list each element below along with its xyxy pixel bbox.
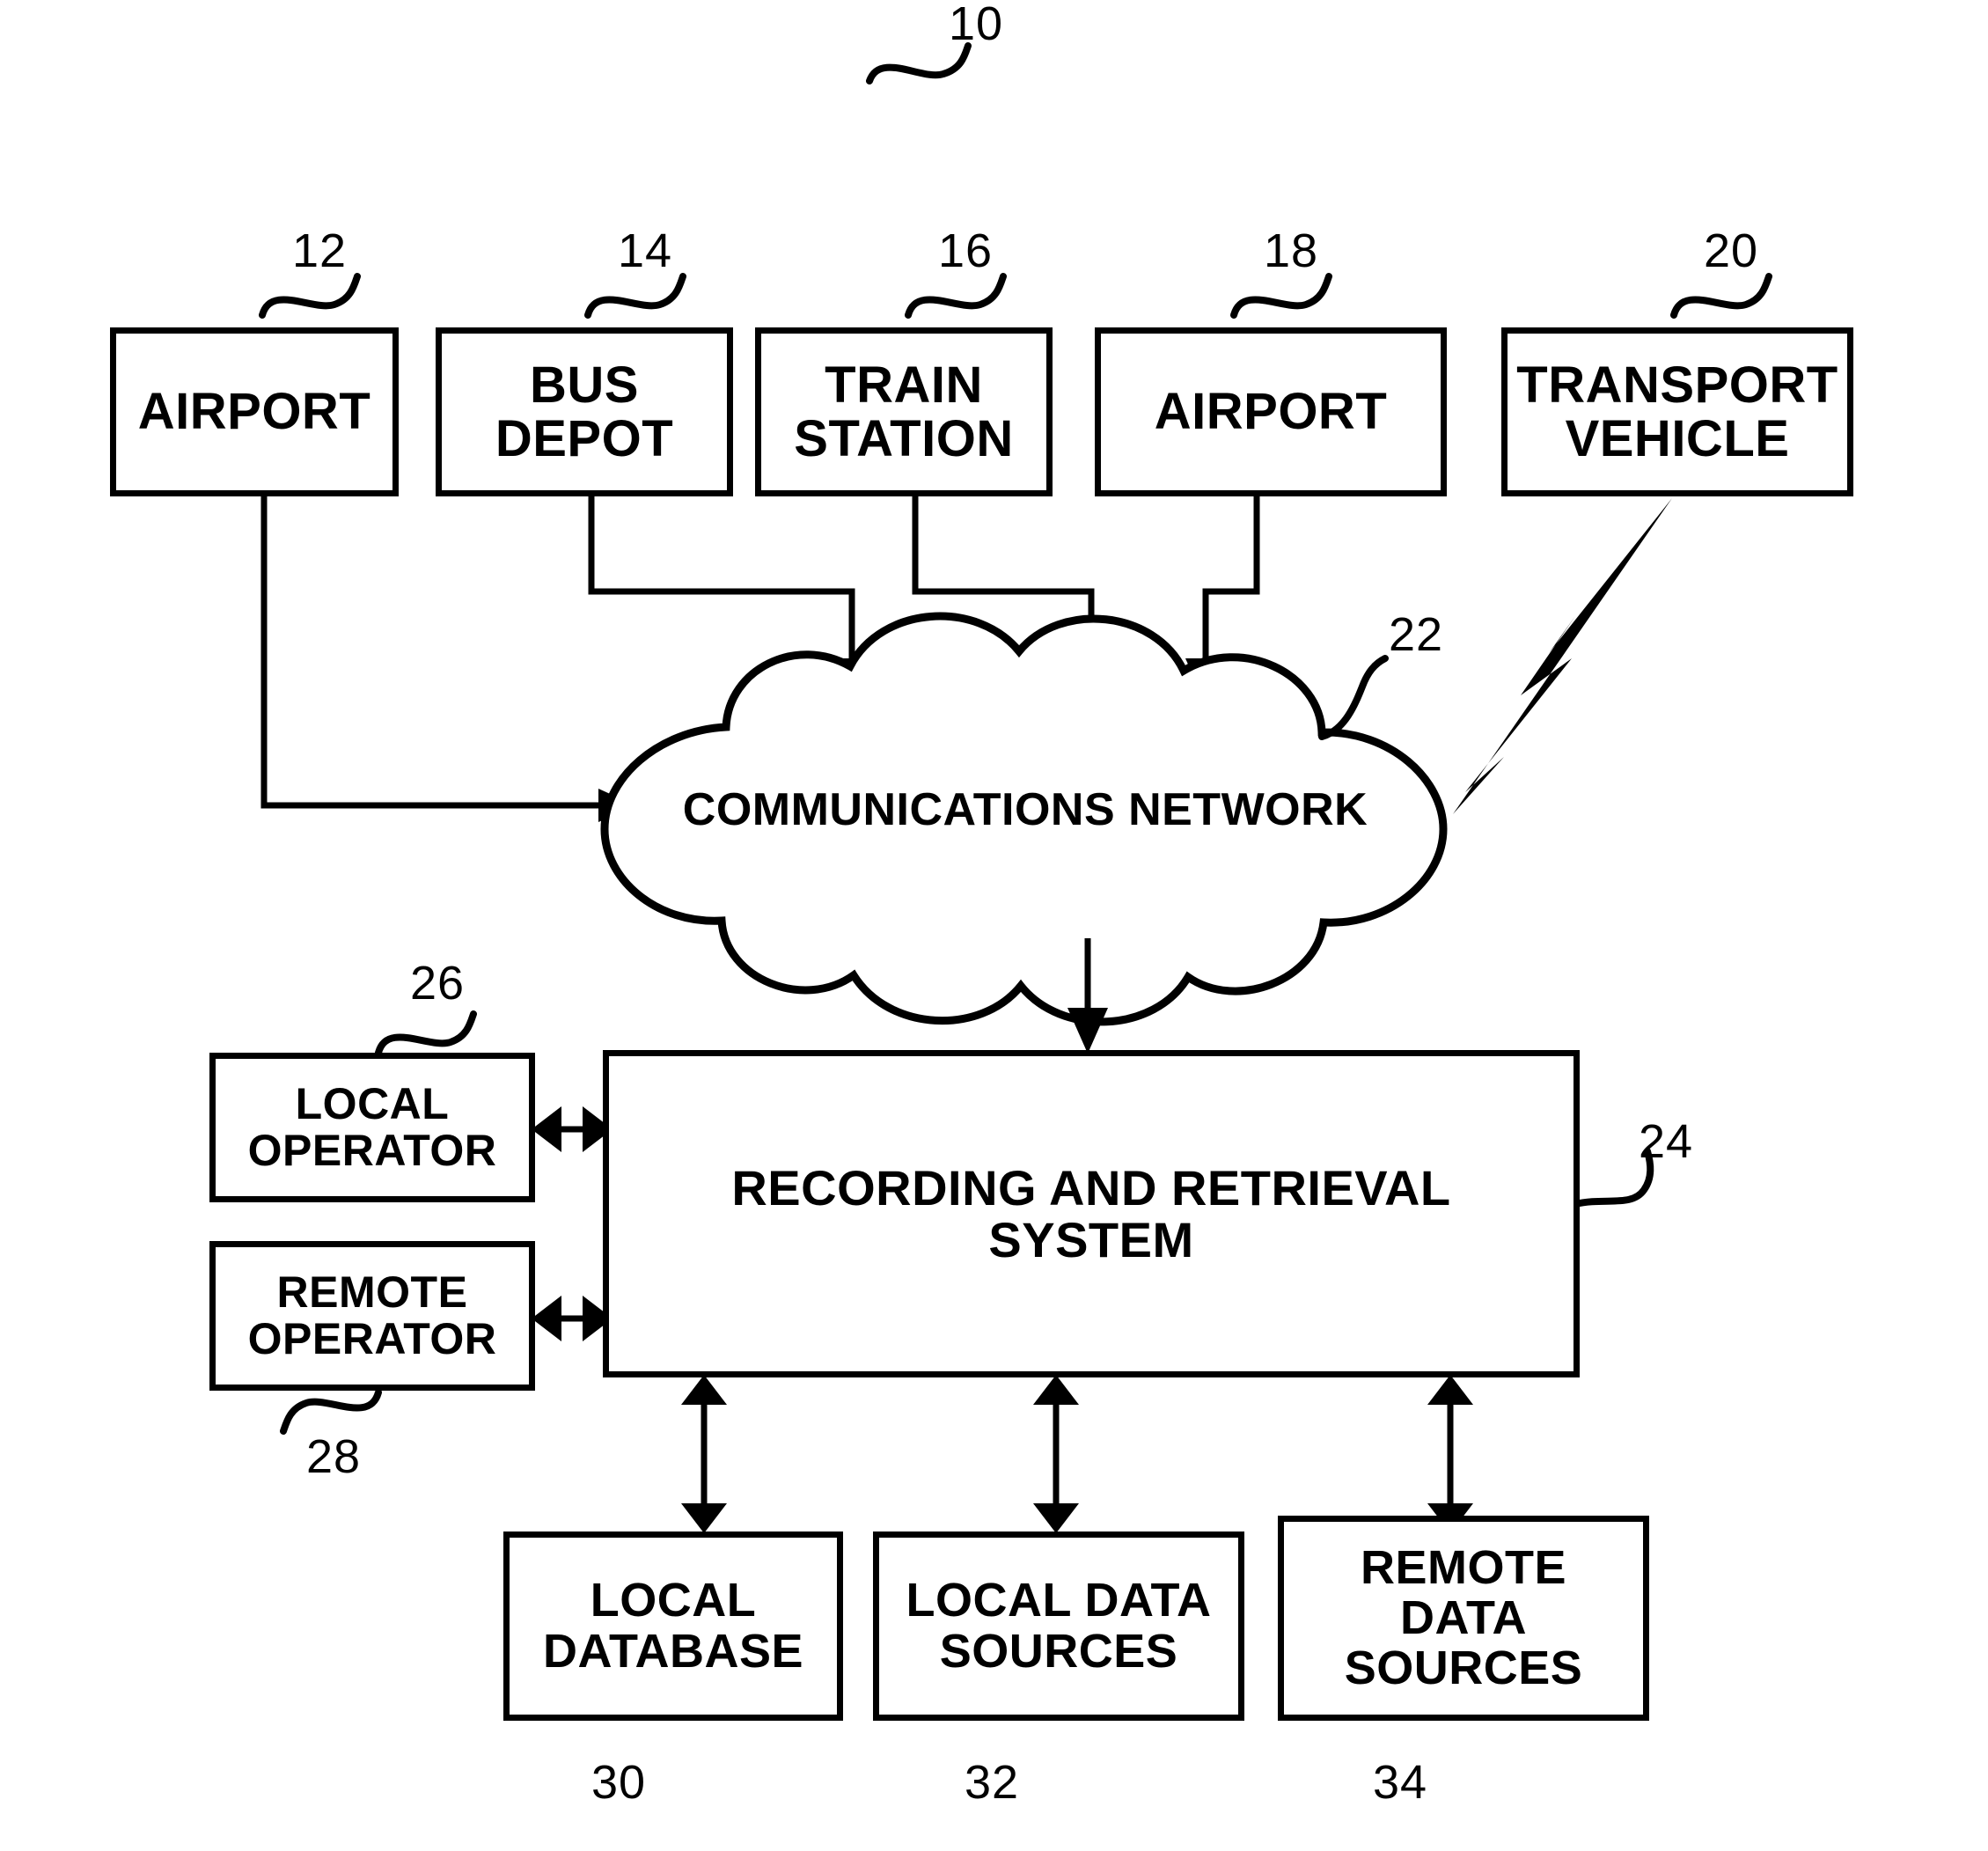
reference-number-12: 12 bbox=[292, 224, 348, 277]
node-airport-12[interactable]: AIRPORT bbox=[110, 327, 399, 496]
node-label-transport-vehicle-20: TRANSPORT VEHICLE bbox=[1516, 356, 1838, 467]
connector-system-remotedata bbox=[1427, 1375, 1473, 1533]
node-airport-18[interactable]: AIRPORT bbox=[1095, 327, 1447, 496]
node-local-data-sources-32[interactable]: LOCAL DATA SOURCES bbox=[873, 1531, 1244, 1721]
connector-system-localdb bbox=[681, 1375, 727, 1533]
node-remote-data-sources-34[interactable]: REMOTE DATA SOURCES bbox=[1278, 1516, 1649, 1721]
reference-number-28: 28 bbox=[306, 1430, 362, 1483]
reference-number-26: 26 bbox=[410, 957, 466, 1010]
figure-reference-number: 10 bbox=[949, 0, 1004, 50]
connector-remoteop-system bbox=[532, 1296, 613, 1341]
node-label-airport-12: AIRPORT bbox=[137, 383, 371, 441]
connector-airport1-to-network bbox=[260, 496, 635, 822]
node-label-local-data-sources-32: LOCAL DATA SOURCES bbox=[906, 1574, 1212, 1678]
node-label-airport-18: AIRPORT bbox=[1154, 383, 1388, 441]
node-label-remote-data-sources-34: REMOTE DATA SOURCES bbox=[1344, 1540, 1583, 1695]
node-label-local-operator-26: LOCAL OPERATOR bbox=[247, 1079, 497, 1175]
reference-number-32: 32 bbox=[965, 1756, 1020, 1809]
node-train-station-16[interactable]: TRAIN STATION bbox=[755, 327, 1053, 496]
reference-number-22: 22 bbox=[1389, 608, 1444, 661]
node-label-bus-depot-14: BUS DEPOT bbox=[495, 356, 674, 467]
reference-number-30: 30 bbox=[591, 1756, 647, 1809]
connector-system-localdata bbox=[1033, 1375, 1079, 1533]
patent-figure: 10 AIRPORT 12 BUS DEPOT 14 TRAIN STATION… bbox=[0, 0, 1988, 1851]
reference-number-14: 14 bbox=[618, 224, 673, 277]
node-label-train-station-16: TRAIN STATION bbox=[794, 356, 1014, 467]
lightning-bolt-wireless-link bbox=[1453, 498, 1672, 814]
connector-localop-system bbox=[532, 1106, 613, 1152]
reference-number-18: 18 bbox=[1264, 224, 1319, 277]
node-label-recording-and-retrieval-system-24: RECORDING AND RETRIEVAL SYSTEM bbox=[731, 1159, 1451, 1267]
reference-number-16: 16 bbox=[938, 224, 994, 277]
reference-number-20: 20 bbox=[1704, 224, 1759, 277]
node-label-local-database-30: LOCAL DATABASE bbox=[543, 1574, 803, 1678]
node-label-remote-operator-28: REMOTE OPERATOR bbox=[247, 1267, 497, 1363]
node-transport-vehicle-20[interactable]: TRANSPORT VEHICLE bbox=[1501, 327, 1853, 496]
reference-number-34: 34 bbox=[1373, 1756, 1428, 1809]
node-remote-operator-28[interactable]: REMOTE OPERATOR bbox=[209, 1241, 535, 1391]
node-label-communications-network-22: COMMUNICATIONS NETWORK bbox=[682, 784, 1368, 835]
node-local-database-30[interactable]: LOCAL DATABASE bbox=[503, 1531, 843, 1721]
node-local-operator-26[interactable]: LOCAL OPERATOR bbox=[209, 1053, 535, 1202]
node-bus-depot-14[interactable]: BUS DEPOT bbox=[436, 327, 733, 496]
node-recording-and-retrieval-system-24[interactable]: RECORDING AND RETRIEVAL SYSTEM bbox=[603, 1050, 1580, 1377]
reference-number-24: 24 bbox=[1639, 1115, 1694, 1168]
